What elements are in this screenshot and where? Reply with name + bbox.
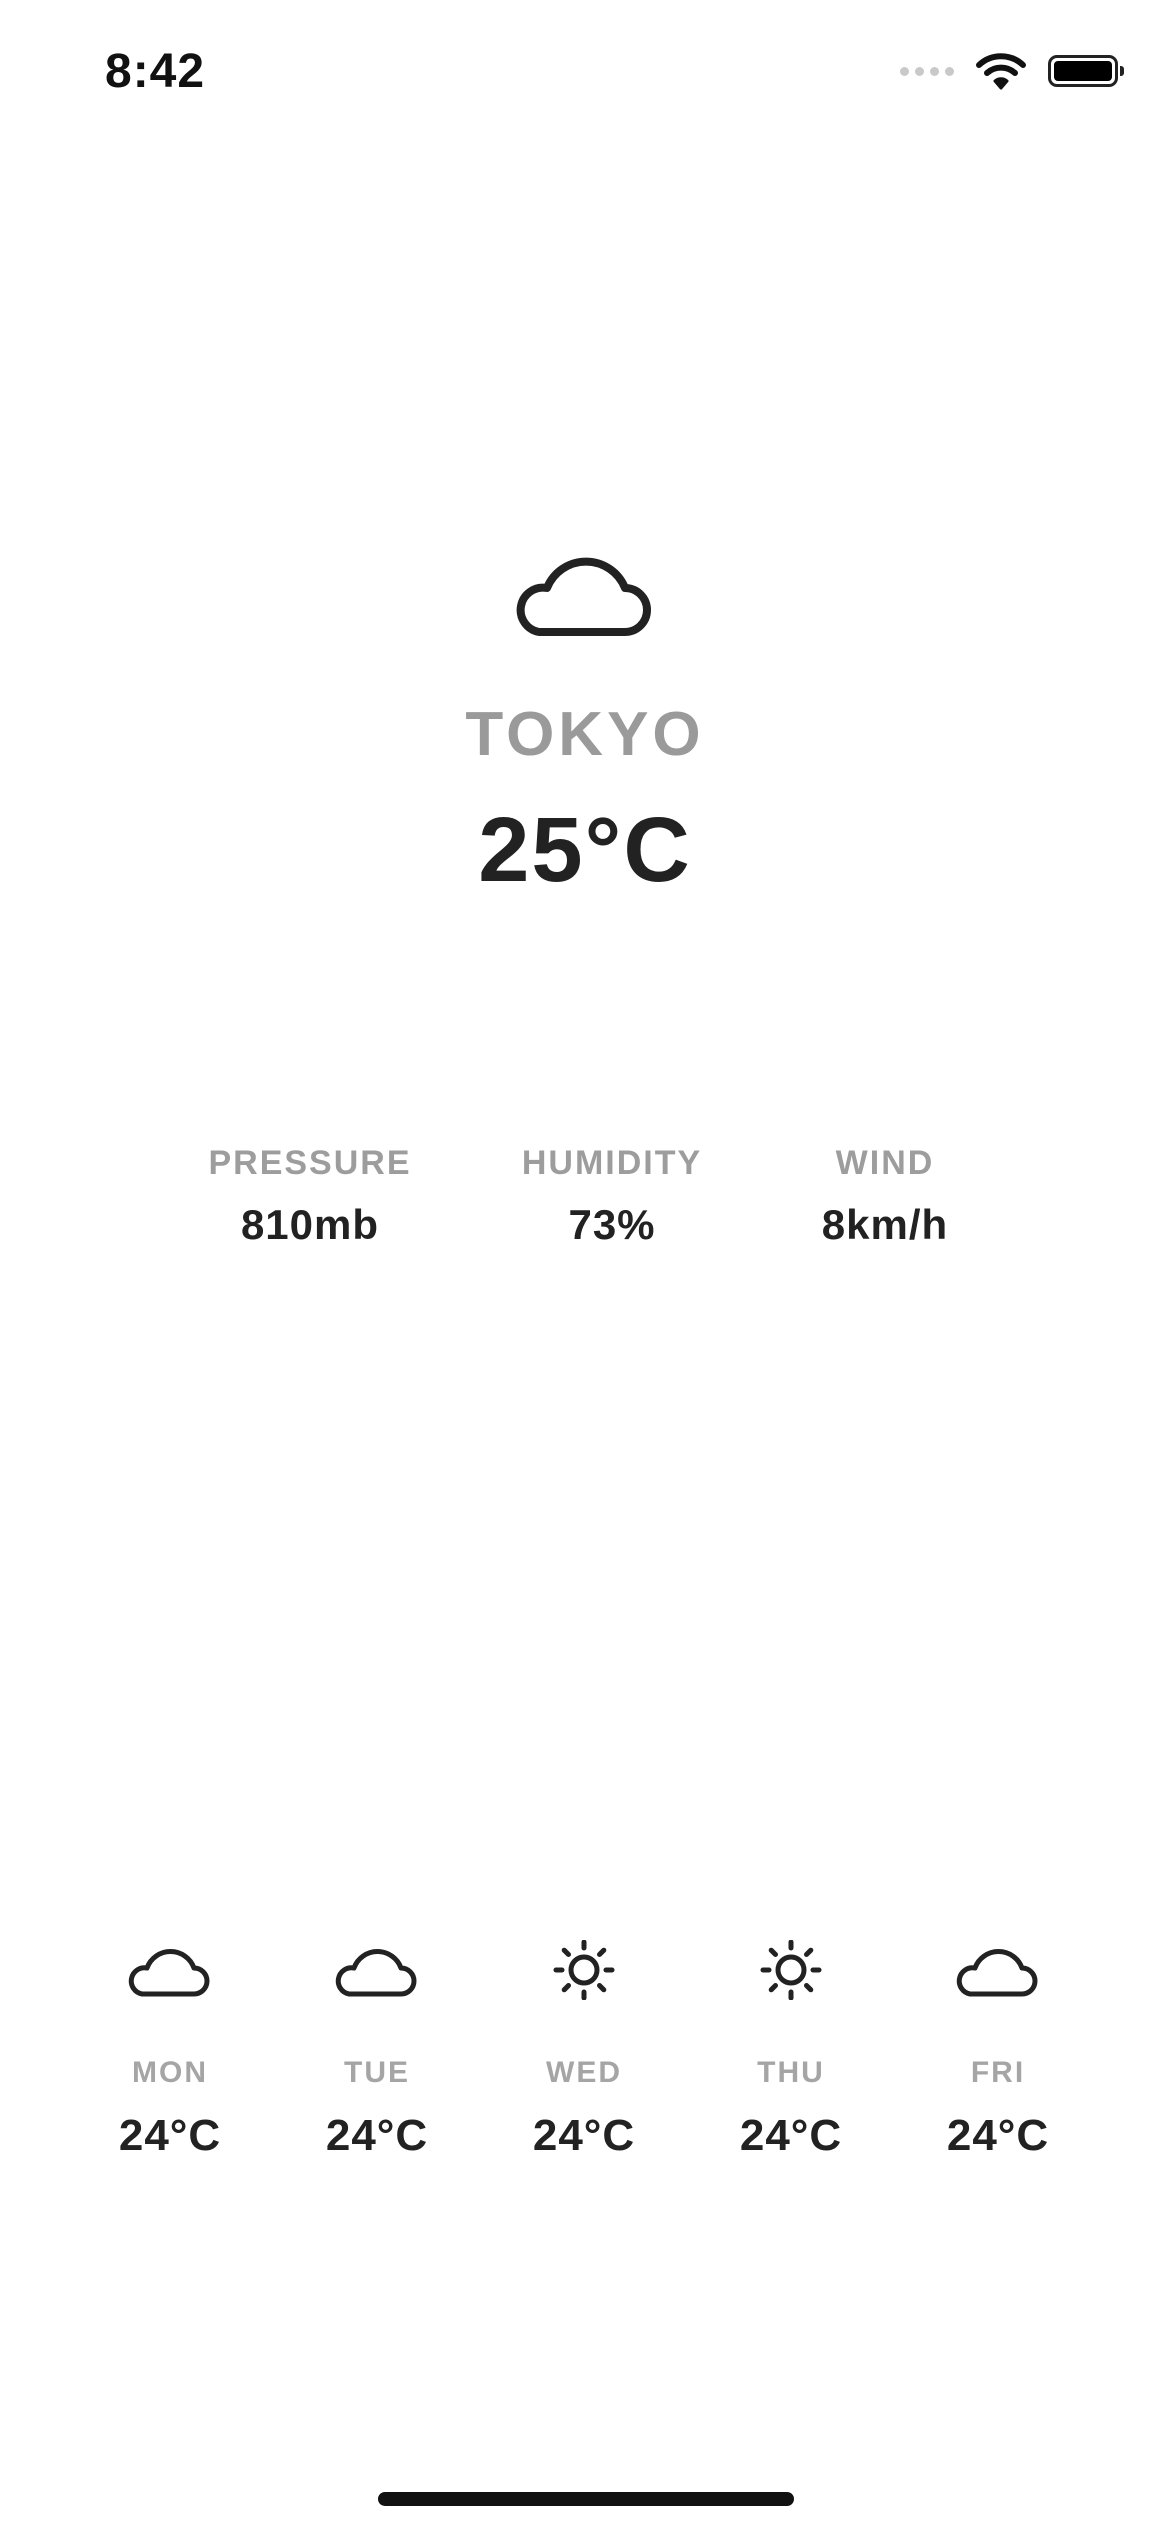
humidity-label: HUMIDITY (521, 1144, 703, 1182)
forecast-day-temp: 24°C (532, 2111, 636, 2160)
sun-icon (553, 1940, 615, 2000)
forecast-day-name: MON (132, 2056, 208, 2089)
forecast-day-temp: 24°C (946, 2111, 1050, 2160)
forecast-day-temp: 24°C (739, 2111, 843, 2160)
wind-detail: WIND 8km/h (822, 1146, 948, 1246)
forecast-row: MON 24°C TUE 24°C WED 24°C THU 24°C FRI … (0, 1940, 1170, 2180)
status-time: 8:42 (105, 45, 206, 98)
forecast-day-name: WED (546, 2056, 622, 2089)
battery-icon (1048, 55, 1124, 87)
status-icons (900, 52, 1124, 90)
forecast-day: WED 24°C (494, 1940, 674, 2158)
forecast-day-name: THU (757, 2056, 825, 2089)
pressure-detail: PRESSURE 810mb (208, 1146, 411, 1246)
cloud-icon (516, 557, 651, 636)
forecast-day-name: FRI (970, 2056, 1026, 2089)
city-name: TOKYO (465, 700, 705, 769)
forecast-day: THU 24°C (701, 1940, 881, 2158)
forecast-day: TUE 24°C (287, 1940, 467, 2158)
wind-value: 8km/h (821, 1201, 949, 1248)
humidity-value: 73% (568, 1201, 656, 1248)
forecast-day: FRI 24°C (908, 1940, 1088, 2158)
sun-icon (760, 1940, 822, 2000)
pressure-value: 810mb (240, 1201, 380, 1248)
wind-label: WIND (835, 1144, 935, 1182)
wifi-icon (976, 53, 1026, 90)
forecast-day-temp: 24°C (118, 2111, 222, 2160)
pressure-label: PRESSURE (208, 1144, 412, 1182)
current-weather: TOKYO 25°C (0, 540, 1170, 896)
forecast-day-name: TUE (344, 2056, 410, 2089)
forecast-day: MON 24°C (80, 1940, 260, 2158)
cloud-icon (335, 1949, 417, 1997)
home-indicator[interactable] (378, 2492, 794, 2506)
cloud-icon (128, 1949, 210, 1997)
forecast-day-temp: 24°C (325, 2111, 429, 2160)
cloud-icon (956, 1949, 1038, 1997)
humidity-detail: HUMIDITY 73% (522, 1146, 702, 1246)
status-bar: 8:42 (0, 0, 1170, 150)
signal-dots-icon (900, 66, 954, 76)
current-temperature: 25°C (478, 799, 692, 901)
